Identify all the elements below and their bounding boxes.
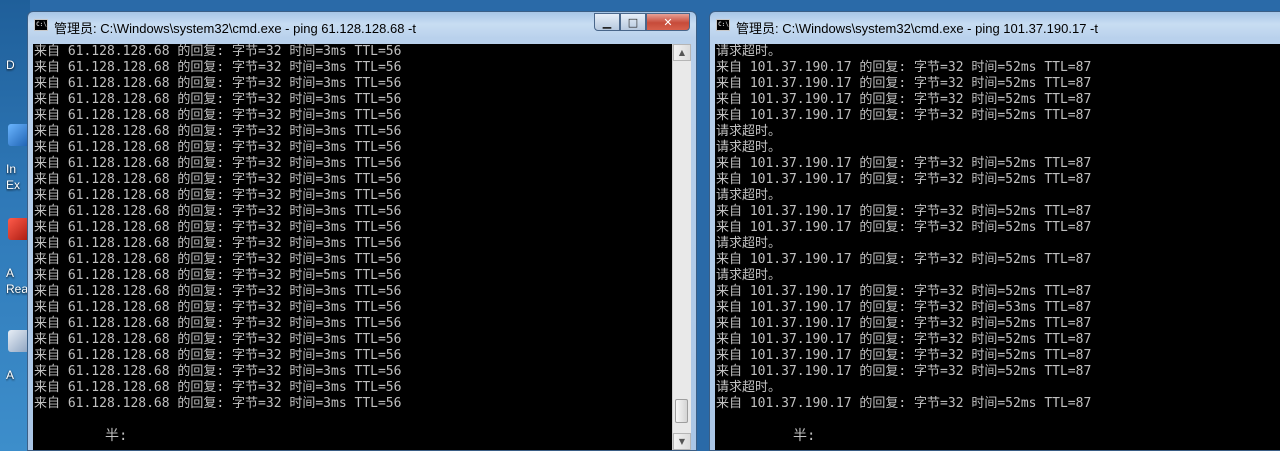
console-line: 来自 101.37.190.17 的回复: 字节=32 时间=52ms TTL=… bbox=[716, 364, 1092, 379]
console-line: 来自 101.37.190.17 的回复: 字节=32 时间=52ms TTL=… bbox=[716, 220, 1092, 235]
console-line: 来自 61.128.128.68 的回复: 字节=32 时间=3ms TTL=5… bbox=[34, 396, 402, 411]
output-lines: 来自 61.128.128.68 的回复: 字节=32 时间=3ms TTL=5… bbox=[33, 44, 672, 412]
cmd-icon: C:\ bbox=[716, 19, 730, 31]
console-line: 请求超时。 bbox=[716, 236, 782, 251]
cmd-window-left[interactable]: C:\ 管理员: C:\Windows\system32\cmd.exe - p… bbox=[27, 11, 697, 451]
console-line: 来自 61.128.128.68 的回复: 字节=32 时间=3ms TTL=5… bbox=[34, 108, 402, 123]
console-line: 来自 101.37.190.17 的回复: 字节=32 时间=52ms TTL=… bbox=[716, 252, 1092, 267]
console-prompt: 半: bbox=[793, 428, 816, 444]
console-line: 来自 61.128.128.68 的回复: 字节=32 时间=3ms TTL=5… bbox=[34, 364, 402, 379]
title-bar[interactable]: C:\ 管理员: C:\Windows\system32\cmd.exe - p… bbox=[28, 12, 696, 39]
minimize-button[interactable]: ▁ bbox=[594, 13, 620, 31]
console-line: 来自 61.128.128.68 的回复: 字节=32 时间=3ms TTL=5… bbox=[34, 172, 402, 187]
console-line: 来自 101.37.190.17 的回复: 字节=32 时间=52ms TTL=… bbox=[716, 60, 1092, 75]
scroll-up-button[interactable]: ▲ bbox=[673, 44, 691, 61]
console-line: 来自 61.128.128.68 的回复: 字节=32 时间=3ms TTL=5… bbox=[34, 380, 402, 395]
console-line: 来自 101.37.190.17 的回复: 字节=32 时间=52ms TTL=… bbox=[716, 76, 1092, 91]
console-line: 来自 101.37.190.17 的回复: 字节=32 时间=52ms TTL=… bbox=[716, 204, 1092, 219]
console-line: 来自 101.37.190.17 的回复: 字节=32 时间=52ms TTL=… bbox=[716, 108, 1092, 123]
window-title: 管理员: C:\Windows\system32\cmd.exe - ping … bbox=[736, 21, 1098, 36]
console-output[interactable]: 来自 61.128.128.68 的回复: 字节=32 时间=3ms TTL=5… bbox=[33, 44, 672, 450]
console-line: 来自 61.128.128.68 的回复: 字节=32 时间=3ms TTL=5… bbox=[34, 348, 402, 363]
scroll-down-button[interactable]: ▼ bbox=[673, 433, 691, 450]
console-line: 来自 101.37.190.17 的回复: 字节=32 时间=52ms TTL=… bbox=[716, 396, 1092, 411]
close-button[interactable]: ✕ bbox=[646, 13, 690, 31]
console-line: 来自 101.37.190.17 的回复: 字节=32 时间=52ms TTL=… bbox=[716, 316, 1092, 331]
console-line: 来自 61.128.128.68 的回复: 字节=32 时间=3ms TTL=5… bbox=[34, 124, 402, 139]
console-line: 来自 101.37.190.17 的回复: 字节=32 时间=52ms TTL=… bbox=[716, 284, 1092, 299]
console-line: 来自 61.128.128.68 的回复: 字节=32 时间=5ms TTL=5… bbox=[34, 268, 402, 283]
desktop-strip: D In Ex A Rea A bbox=[0, 0, 30, 451]
console-line: 来自 61.128.128.68 的回复: 字节=32 时间=3ms TTL=5… bbox=[34, 60, 402, 75]
cmd-window-right[interactable]: C:\ 管理员: C:\Windows\system32\cmd.exe - p… bbox=[709, 11, 1280, 451]
console-line: 来自 101.37.190.17 的回复: 字节=32 时间=53ms TTL=… bbox=[716, 300, 1092, 315]
vertical-scrollbar[interactable]: ▲ ▼ bbox=[672, 44, 691, 450]
console-line: 来自 61.128.128.68 的回复: 字节=32 时间=3ms TTL=5… bbox=[34, 92, 402, 107]
console-prompt: 半: bbox=[105, 428, 128, 444]
console-line: 来自 61.128.128.68 的回复: 字节=32 时间=3ms TTL=5… bbox=[34, 252, 402, 267]
scroll-thumb[interactable] bbox=[675, 399, 688, 423]
console-line: 请求超时。 bbox=[716, 140, 782, 155]
console-line: 来自 61.128.128.68 的回复: 字节=32 时间=3ms TTL=5… bbox=[34, 188, 402, 203]
console-line: 请求超时。 bbox=[716, 44, 782, 59]
output-lines: 请求超时。 来自 101.37.190.17 的回复: 字节=32 时间=52ms… bbox=[715, 44, 1280, 412]
console-line: 来自 101.37.190.17 的回复: 字节=32 时间=52ms TTL=… bbox=[716, 348, 1092, 363]
console-line: 来自 61.128.128.68 的回复: 字节=32 时间=3ms TTL=5… bbox=[34, 300, 402, 315]
console-line: 来自 101.37.190.17 的回复: 字节=32 时间=52ms TTL=… bbox=[716, 92, 1092, 107]
console-line: 请求超时。 bbox=[716, 188, 782, 203]
console-line: 来自 61.128.128.68 的回复: 字节=32 时间=3ms TTL=5… bbox=[34, 140, 402, 155]
title-bar[interactable]: C:\ 管理员: C:\Windows\system32\cmd.exe - p… bbox=[710, 12, 1280, 39]
console-line: 来自 101.37.190.17 的回复: 字节=32 时间=52ms TTL=… bbox=[716, 172, 1092, 187]
console-output[interactable]: 请求超时。 来自 101.37.190.17 的回复: 字节=32 时间=52ms… bbox=[715, 44, 1280, 450]
console-line: 来自 61.128.128.68 的回复: 字节=32 时间=3ms TTL=5… bbox=[34, 204, 402, 219]
console-line: 来自 61.128.128.68 的回复: 字节=32 时间=3ms TTL=5… bbox=[34, 284, 402, 299]
console-line: 来自 61.128.128.68 的回复: 字节=32 时间=3ms TTL=5… bbox=[34, 156, 402, 171]
cmd-icon: C:\ bbox=[34, 19, 48, 31]
console-line: 来自 101.37.190.17 的回复: 字节=32 时间=52ms TTL=… bbox=[716, 332, 1092, 347]
maximize-button[interactable]: □ bbox=[620, 13, 646, 31]
console-line: 请求超时。 bbox=[716, 268, 782, 283]
console-line: 来自 61.128.128.68 的回复: 字节=32 时间=3ms TTL=5… bbox=[34, 236, 402, 251]
console-line: 来自 61.128.128.68 的回复: 字节=32 时间=3ms TTL=5… bbox=[34, 332, 402, 347]
console-line: 来自 61.128.128.68 的回复: 字节=32 时间=3ms TTL=5… bbox=[34, 44, 402, 59]
console-line: 来自 61.128.128.68 的回复: 字节=32 时间=3ms TTL=5… bbox=[34, 220, 402, 235]
console-line: 请求超时。 bbox=[716, 124, 782, 139]
console-line: 来自 61.128.128.68 的回复: 字节=32 时间=3ms TTL=5… bbox=[34, 316, 402, 331]
console-line: 请求超时。 bbox=[716, 380, 782, 395]
window-title: 管理员: C:\Windows\system32\cmd.exe - ping … bbox=[54, 21, 416, 36]
console-line: 来自 61.128.128.68 的回复: 字节=32 时间=3ms TTL=5… bbox=[34, 76, 402, 91]
console-line: 来自 101.37.190.17 的回复: 字节=32 时间=52ms TTL=… bbox=[716, 156, 1092, 171]
window-controls: ▁ □ ✕ bbox=[594, 13, 690, 32]
